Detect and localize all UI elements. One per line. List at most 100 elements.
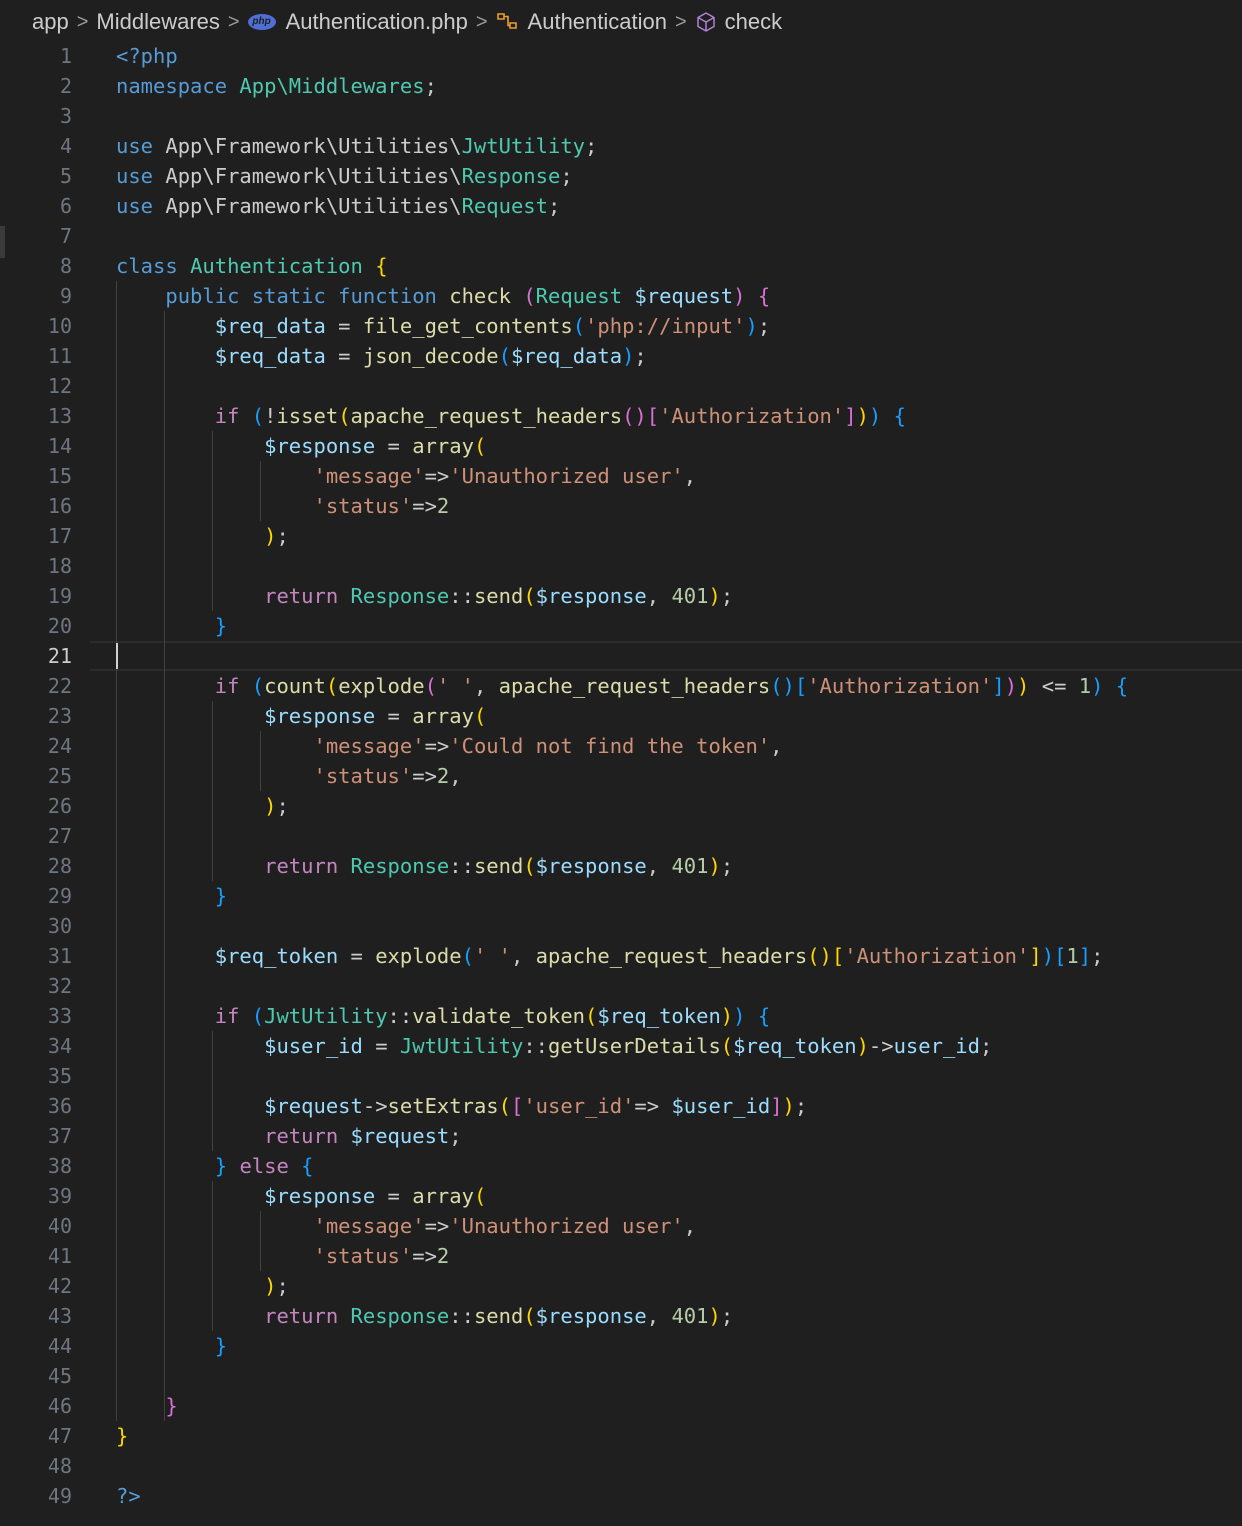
code-token: , (646, 584, 672, 608)
code-editor[interactable]: 1 <?php 2 namespace App\Middlewares; 3 4 use A… (0, 41, 1242, 1511)
code-line[interactable]: 30 (0, 911, 1242, 941)
code-token: else (239, 1154, 302, 1178)
code-line[interactable]: 8 class Authentication { (0, 251, 1242, 281)
line-number: 18 (47, 554, 72, 578)
code-line[interactable]: 48 (0, 1451, 1242, 1481)
code-text: if (!isset(apache_request_headers()['Aut… (116, 401, 906, 431)
code-line[interactable]: 45 (0, 1361, 1242, 1391)
code-line[interactable]: 14 $response = array( (0, 431, 1242, 461)
code-line[interactable]: 26 ); (0, 791, 1242, 821)
code-token: ( (523, 584, 536, 608)
code-line[interactable]: 29 } (0, 881, 1242, 911)
code-line[interactable]: 13 if (!isset(apache_request_headers()['… (0, 401, 1242, 431)
code-token: { (757, 284, 771, 308)
code-token: ) (868, 404, 894, 428)
line-number: 40 (47, 1214, 72, 1238)
code-token: $request (350, 1124, 450, 1148)
code-line[interactable]: 3 (0, 101, 1242, 131)
code-token: send (473, 584, 524, 608)
code-line[interactable]: 19 return Response::send($response, 401)… (0, 581, 1242, 611)
code-line[interactable]: 35 (0, 1061, 1242, 1091)
code-line[interactable]: 33 if (JwtUtility::validate_token($req_t… (0, 1001, 1242, 1031)
code-token: ; (424, 74, 437, 98)
code-line[interactable]: 44 } (0, 1331, 1242, 1361)
code-line[interactable]: 46 } (0, 1391, 1242, 1421)
code-line[interactable]: 1 <?php (0, 41, 1242, 71)
code-token: if (214, 1004, 252, 1028)
indent-guide (260, 1211, 261, 1271)
code-token: <= (1029, 674, 1079, 698)
code-token: ) (1017, 674, 1030, 698)
line-number: 22 (47, 674, 72, 698)
code-line[interactable]: 47} (0, 1421, 1242, 1451)
code-line[interactable]: 7 (0, 221, 1242, 251)
code-line[interactable]: 21 (0, 641, 1242, 671)
breadcrumb-folder-app[interactable]: app (32, 9, 69, 35)
code-line[interactable]: 31 $req_token = explode(' ', apache_requ… (0, 941, 1242, 971)
code-line[interactable]: 27 (0, 821, 1242, 851)
code-token: send (473, 1304, 524, 1328)
line-number: 41 (47, 1244, 72, 1268)
code-line[interactable]: 4 use App\Framework\Utilities\JwtUtility; (0, 131, 1242, 161)
code-line[interactable]: 24 'message'=>'Could not find the token'… (0, 731, 1242, 761)
code-line[interactable]: 28 return Response::send($response, 401)… (0, 851, 1242, 881)
code-line[interactable]: 40 'message'=>'Unauthorized user', (0, 1211, 1242, 1241)
code-token: [ (794, 674, 808, 698)
line-number: 6 (59, 194, 72, 218)
code-line[interactable]: 25 'status'=>2, (0, 761, 1242, 791)
code-token: return (264, 584, 351, 608)
breadcrumb-class[interactable]: Authentication (496, 9, 667, 35)
code-line[interactable]: 9 public static function check (Request … (0, 281, 1242, 311)
code-token: } (116, 1424, 129, 1448)
code-token: { (757, 1004, 771, 1028)
code-token: JwtUtility (399, 1034, 524, 1058)
code-token: , (683, 464, 697, 488)
code-line[interactable]: 41 'status'=>2 (0, 1241, 1242, 1271)
code-line[interactable]: 16 'status'=>2 (0, 491, 1242, 521)
code-token: = (325, 314, 363, 338)
code-token: , (646, 854, 672, 878)
code-line[interactable]: 42 ); (0, 1271, 1242, 1301)
line-number: 45 (47, 1364, 72, 1388)
code-line[interactable]: 38 } else { (0, 1151, 1242, 1181)
breadcrumb-folder-middlewares[interactable]: Middlewares (96, 9, 220, 35)
code-line[interactable]: 10 $req_data = file_get_contents('php://… (0, 311, 1242, 341)
code-token: use (116, 164, 166, 188)
code-line[interactable]: 12 (0, 371, 1242, 401)
class-symbol-icon (496, 11, 520, 33)
breadcrumb-file[interactable]: php Authentication.php (247, 9, 468, 35)
code-line[interactable]: 32 (0, 971, 1242, 1001)
code-line[interactable]: 37 return $request; (0, 1121, 1242, 1151)
breadcrumb-method[interactable]: check (695, 9, 782, 35)
code-line[interactable]: 22 if (count(explode(' ', apache_request… (0, 671, 1242, 701)
code-line[interactable]: 18 (0, 551, 1242, 581)
code-line[interactable]: 36 $request->setExtras(['user_id'=> $use… (0, 1091, 1242, 1121)
code-line[interactable]: 43 return Response::send($response, 401)… (0, 1301, 1242, 1331)
code-line[interactable]: 2 namespace App\Middlewares; (0, 71, 1242, 101)
code-line[interactable]: 49 ?> (0, 1481, 1242, 1511)
code-line[interactable]: 11 $req_data = json_decode($req_data); (0, 341, 1242, 371)
code-line[interactable]: 5 use App\Framework\Utilities\Response; (0, 161, 1242, 191)
line-number: 7 (59, 224, 72, 248)
line-number: 46 (47, 1394, 72, 1418)
code-token: $user_id (671, 1094, 771, 1118)
code-token: if (214, 674, 252, 698)
code-line[interactable]: 6 use App\Framework\Utilities\Request; (0, 191, 1242, 221)
code-token: apache_request_headers (535, 944, 808, 968)
line-number: 30 (47, 914, 72, 938)
code-text: $req_data = json_decode($req_data); (116, 341, 647, 371)
code-line[interactable]: 39 $response = array( (0, 1181, 1242, 1211)
code-token: validate_token (412, 1004, 586, 1028)
code-line[interactable]: 34 $user_id = JwtUtility::getUserDetails… (0, 1031, 1242, 1061)
code-token: ) (622, 344, 635, 368)
code-line[interactable]: 20 } (0, 611, 1242, 641)
code-text: 'status'=>2 (116, 1241, 449, 1271)
code-line[interactable]: 15 'message'=>'Unauthorized user', (0, 461, 1242, 491)
line-number: 25 (47, 764, 72, 788)
line-number: 9 (59, 284, 72, 308)
code-line[interactable]: 17 ); (0, 521, 1242, 551)
indent-guide (212, 1031, 213, 1151)
line-number: 17 (47, 524, 72, 548)
code-line[interactable]: 23 $response = array( (0, 701, 1242, 731)
